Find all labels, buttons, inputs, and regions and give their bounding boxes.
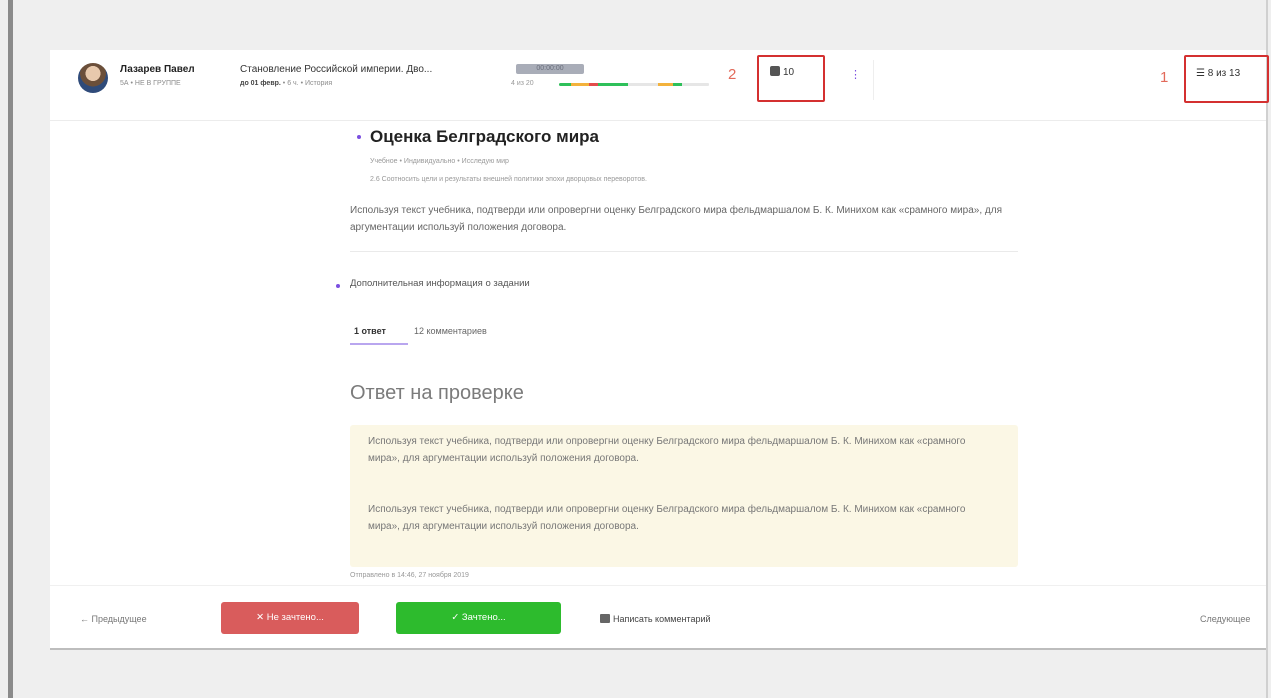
answer-paragraph: Используя текст учебника, подтверди или … (368, 436, 966, 464)
tasks-count-value: 10 (783, 67, 795, 78)
title-bullet (357, 135, 361, 139)
left-border (8, 0, 13, 698)
progress-segment (628, 83, 658, 86)
answer-status-title: Ответ на проверке (350, 382, 524, 404)
sent-timestamp: Отправлено в 14:46, 27 ноября 2019 (350, 572, 469, 579)
progress-bar (559, 83, 709, 86)
progress-segment (673, 83, 682, 86)
annotation-number-2: 2 (728, 66, 737, 83)
next-button[interactable]: Следующее (1200, 614, 1266, 624)
progress-segment (559, 83, 571, 86)
write-comment-button[interactable]: Написать комментарий (600, 614, 711, 624)
progress-badge: 00:00:00 (516, 64, 584, 74)
task-deadline: до 01 февр. (240, 80, 281, 87)
divider (350, 251, 1018, 252)
task-meta: до 01 февр. • 6 ч. • История (240, 80, 332, 87)
progress-segment (571, 83, 589, 86)
question-skill: 2.6 Соотносить цели и результаты внешней… (370, 176, 647, 183)
previous-button[interactable]: ← Предыдущее (80, 614, 147, 624)
tab-active-indicator (350, 343, 408, 345)
annotation-number-1: 1 (1160, 69, 1169, 86)
more-options-icon[interactable]: ⋮ (850, 68, 861, 81)
list-icon: ☰ (1196, 68, 1208, 79)
progress-segment (589, 83, 598, 86)
student-meta: 5А • НЕ В ГРУППЕ (120, 80, 181, 87)
question-content: Оценка Белградского мира Учебное • Индив… (50, 120, 1266, 585)
tab-comments[interactable]: 12 комментариев (414, 326, 487, 336)
task-meta-rest: • 6 ч. • История (280, 80, 333, 87)
progress-segment (598, 83, 628, 86)
task-title[interactable]: Становление Российской империи. Дво... (240, 64, 432, 75)
review-header: Лазарев Павел 5А • НЕ В ГРУППЕ Становлен… (50, 50, 1269, 121)
question-meta: Учебное • Индивидуально • Исследую мир (370, 158, 509, 165)
pager-button[interactable]: ☰ 8 из 13 (1196, 68, 1240, 79)
review-footer: ← Предыдущее ✕ Не зачтено... ✓ Зачтено..… (50, 585, 1266, 650)
extra-info-bullet (336, 284, 340, 288)
write-comment-label: Написать комментарий (613, 614, 711, 624)
annotation-box-pager (1184, 55, 1269, 103)
pager-value: 8 из 13 (1207, 68, 1241, 79)
tab-answers[interactable]: 1 ответ (354, 326, 386, 336)
answer-box: Используя текст учебника, подтверди или … (350, 425, 1018, 567)
avatar[interactable] (78, 63, 108, 93)
comment-icon (600, 614, 610, 623)
header-divider (873, 60, 874, 100)
extra-info-toggle[interactable]: Дополнительная информация о задании (350, 278, 530, 289)
student-name[interactable]: Лазарев Павел (120, 64, 195, 75)
reject-button[interactable]: ✕ Не зачтено... (221, 602, 359, 634)
answer-paragraph: Используя текст учебника, подтверди или … (368, 504, 966, 532)
annotation-box-tasks (757, 55, 825, 102)
right-border (1266, 0, 1268, 698)
progress-label: 4 из 20 (511, 80, 534, 87)
question-text: Используя текст учебника, подтверди или … (350, 205, 1002, 233)
progress-segment (682, 83, 709, 86)
question-title: Оценка Белградского мира (370, 127, 599, 146)
checklist-icon (770, 66, 780, 76)
accept-button[interactable]: ✓ Зачтено... (396, 602, 561, 634)
tasks-count-button[interactable]: 10 (770, 66, 794, 78)
review-card: Лазарев Павел 5А • НЕ В ГРУППЕ Становлен… (50, 50, 1269, 650)
progress-segment (658, 83, 673, 86)
